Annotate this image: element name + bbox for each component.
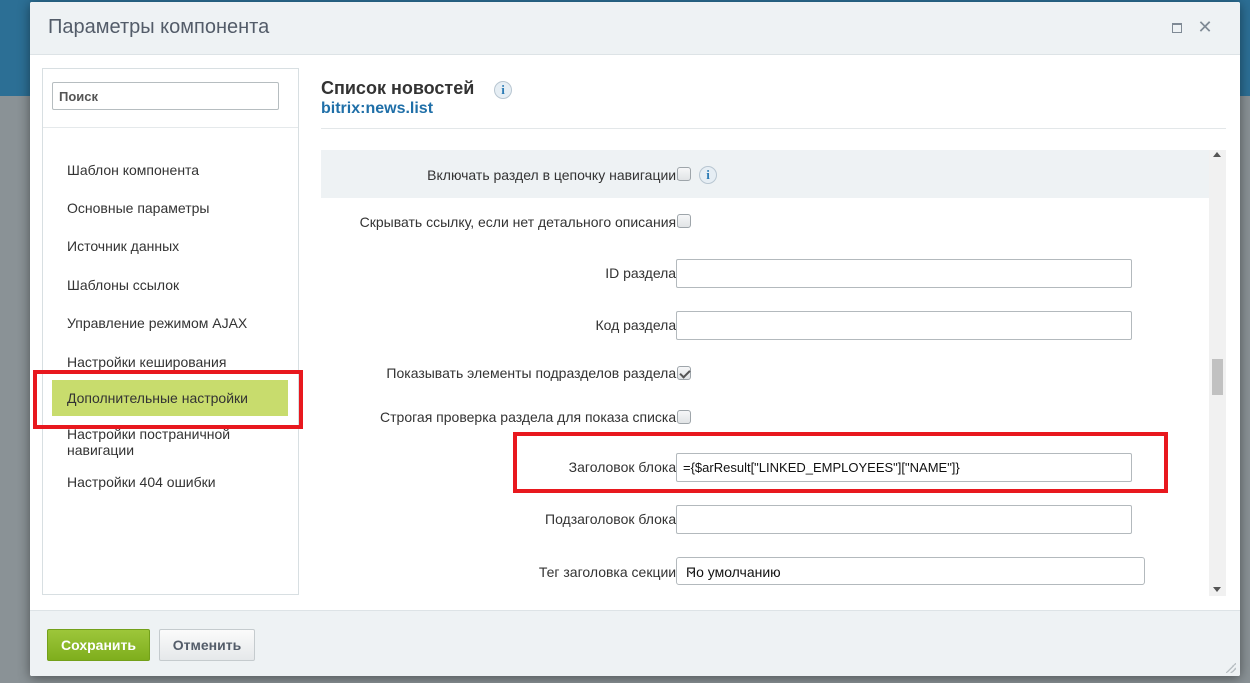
show-subsections-checkbox[interactable] [677, 366, 691, 380]
section-title-tag-select[interactable]: По умолчанию ⌄ [676, 557, 1145, 585]
scroll-thumb[interactable] [1212, 359, 1223, 395]
component-parameters-dialog: Параметры компонента ✕ Шаблон компонента… [30, 2, 1240, 676]
info-icon[interactable]: i [494, 81, 512, 99]
dialog-footer: Сохранить Отменить [30, 610, 1240, 676]
nav-chain-checkbox[interactable] [677, 167, 691, 181]
info-icon[interactable]: i [699, 166, 717, 184]
block-subtitle-input[interactable] [676, 505, 1132, 534]
param-label: Тег заголовка секции: [538, 564, 680, 580]
section-id-input[interactable] [676, 259, 1132, 288]
param-label: Показывать элементы подразделов раздела: [386, 365, 680, 381]
dialog-titlebar: Параметры компонента ✕ [30, 2, 1240, 55]
hide-link-checkbox[interactable] [677, 214, 691, 228]
sidebar-item-data-source[interactable]: Источник данных [67, 238, 179, 254]
sidebar-item-template[interactable]: Шаблон компонента [67, 162, 199, 178]
sidebar-item-404[interactable]: Настройки 404 ошибки [67, 474, 216, 490]
sidebar-item-caching[interactable]: Настройки кеширования [67, 354, 226, 370]
param-label: Код раздела: [595, 317, 680, 333]
sidebar-divider [43, 127, 298, 128]
maximize-icon[interactable] [1167, 17, 1187, 37]
resize-handle-icon[interactable] [1226, 663, 1236, 673]
close-icon[interactable]: ✕ [1195, 17, 1215, 37]
parameters-list: Включать раздел в цепочку навигации: i С… [321, 150, 1209, 596]
scroll-down-icon[interactable] [1213, 587, 1221, 592]
scroll-up-icon[interactable] [1213, 152, 1221, 157]
highlight-frame [513, 432, 1168, 493]
cancel-button[interactable]: Отменить [159, 629, 255, 661]
settings-sidebar: Шаблон компонента Основные параметры Ист… [42, 68, 299, 595]
strict-check-checkbox[interactable] [677, 410, 691, 424]
component-code: bitrix:news.list [321, 100, 434, 117]
sidebar-item-pagination[interactable]: Настройки постраничной навигации [67, 426, 267, 458]
header-divider [321, 128, 1226, 129]
save-button[interactable]: Сохранить [47, 629, 150, 661]
param-label: Подзаголовок блока: [545, 511, 680, 527]
param-label: Скрывать ссылку, если нет детального опи… [359, 214, 680, 230]
sidebar-item-link-templates[interactable]: Шаблоны ссылок [67, 277, 179, 293]
parameters-scrollbar[interactable] [1209, 150, 1226, 596]
param-label: Включать раздел в цепочку навигации: [427, 167, 680, 183]
sidebar-item-ajax[interactable]: Управление режимом AJAX [67, 315, 247, 331]
search-input[interactable] [52, 82, 279, 110]
param-label: Строгая проверка раздела для показа спис… [380, 409, 680, 425]
section-code-input[interactable] [676, 311, 1132, 340]
param-label: ID раздела: [605, 265, 680, 281]
chevron-down-icon: ⌄ [686, 562, 697, 577]
dialog-title: Параметры компонента [48, 16, 270, 38]
component-title: Список новостей [321, 78, 475, 98]
sidebar-item-main-params[interactable]: Основные параметры [67, 200, 209, 216]
highlight-frame [33, 370, 303, 429]
